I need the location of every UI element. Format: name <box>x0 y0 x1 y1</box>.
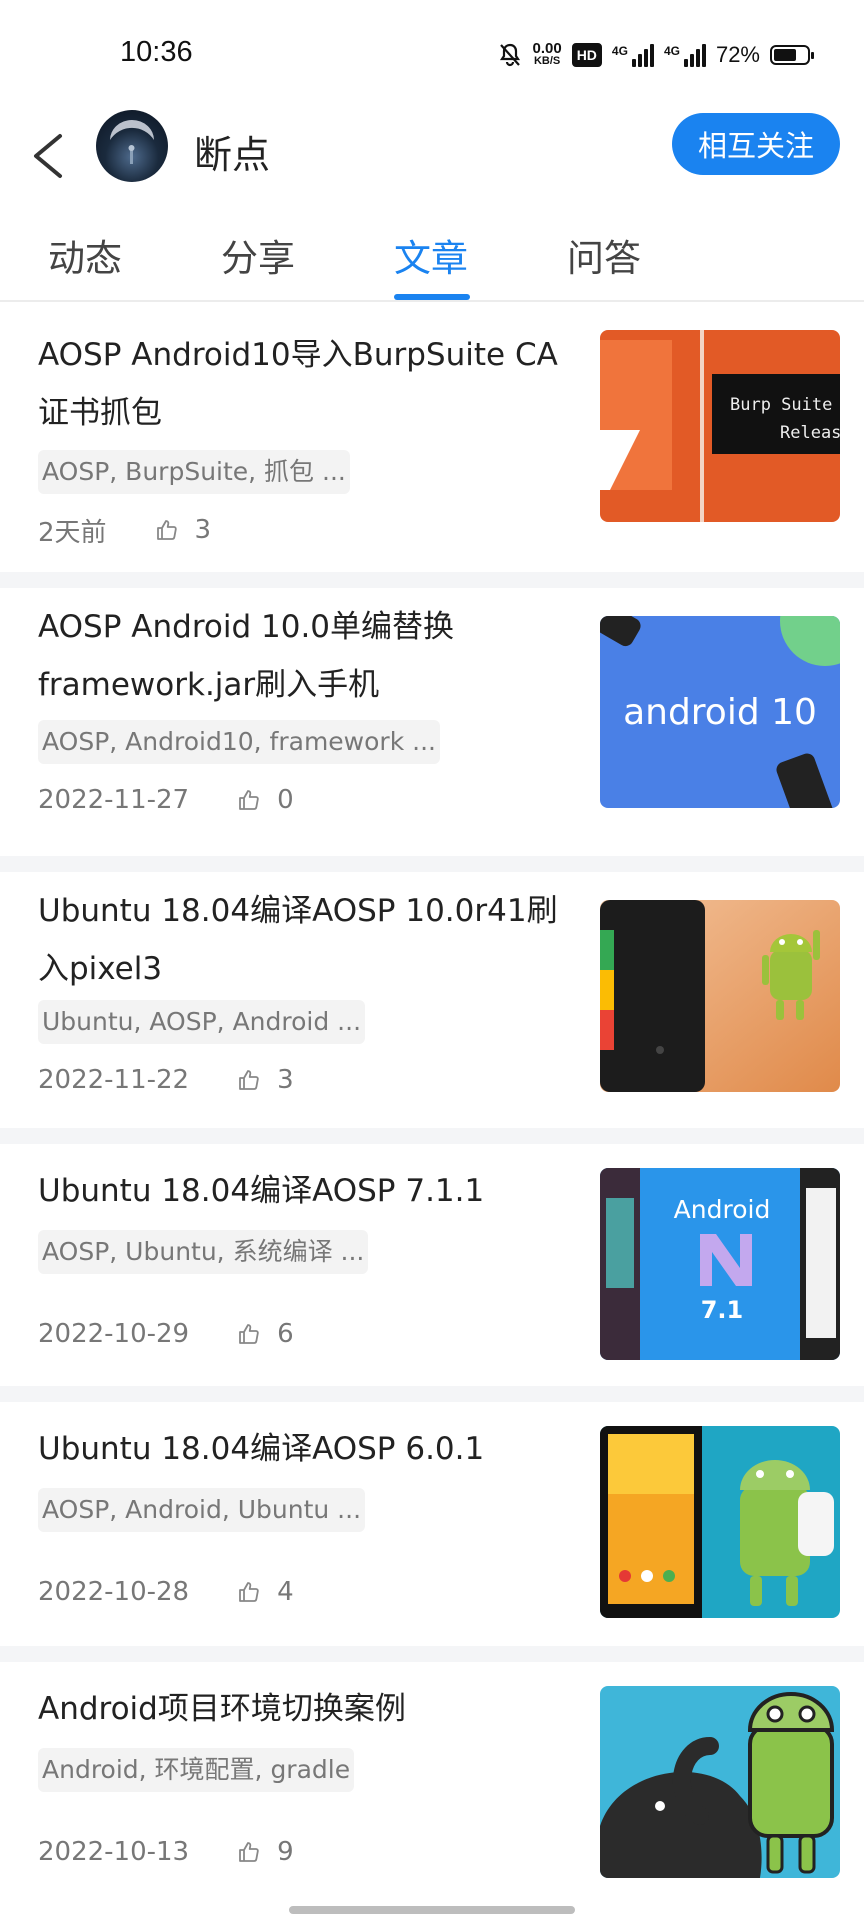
thumb-text: android 10 <box>623 692 817 733</box>
username: 断点 <box>194 133 271 177</box>
list-item[interactable]: Ubuntu 18.04编译AOSP 7.1.1 AOSP, Ubuntu, 系… <box>0 1144 864 1386</box>
article-title: Ubuntu 18.04编译AOSP 10.0r41刷入pixel3 <box>38 893 558 987</box>
like-count[interactable]: 3 <box>155 515 212 545</box>
list-item[interactable]: Ubuntu 18.04编译AOSP 6.0.1 AOSP, Android, … <box>0 1402 864 1646</box>
article-title: Android项目环境切换案例 <box>38 1691 406 1727</box>
article-title: Ubuntu 18.04编译AOSP 7.1.1 <box>38 1173 485 1209</box>
tab-indicator <box>394 294 470 300</box>
article-date: 2022-10-13 <box>38 1837 190 1867</box>
list-item[interactable]: AOSP Android10导入BurpSuite CA证书抓包 AOSP, B… <box>0 302 864 572</box>
article-date: 2022-10-29 <box>38 1319 190 1349</box>
thumbs-up-icon <box>239 1070 259 1090</box>
status-time: 10:36 <box>120 36 193 68</box>
thumb-text: Android <box>674 1195 771 1224</box>
tab-share[interactable]: 分享 <box>221 228 295 282</box>
list-divider <box>0 1386 864 1402</box>
like-count[interactable]: 3 <box>237 1065 294 1095</box>
like-value: 9 <box>277 1837 294 1867</box>
like-count[interactable]: 9 <box>237 1837 294 1867</box>
battery-icon <box>770 45 814 65</box>
like-value: 3 <box>194 515 212 545</box>
status-icons: 0.00 KB/S HD 4G 4G 72% <box>498 38 814 72</box>
article-title: AOSP Android 10.0单编替换framework.jar刷入手机 <box>38 609 455 703</box>
status-bar: 10:36 0.00 KB/S HD 4G 4G 72% <box>0 0 864 110</box>
list-divider <box>0 1646 864 1662</box>
list-divider <box>0 572 864 588</box>
like-value: 0 <box>277 785 294 815</box>
signal-label: 4G <box>611 43 628 58</box>
article-date: 2022-11-27 <box>38 785 190 815</box>
article-tags: AOSP, Ubuntu, 系统编译 ... <box>38 1230 369 1274</box>
thumbs-up-icon <box>239 1324 259 1344</box>
article-date: 2022-11-22 <box>38 1065 190 1095</box>
thumbs-up-icon <box>239 790 259 810</box>
list-item[interactable]: Ubuntu 18.04编译AOSP 10.0r41刷入pixel3 Ubunt… <box>0 872 864 1128</box>
article-thumbnail: android 10 <box>600 616 840 808</box>
list-item[interactable]: AOSP Android 10.0单编替换framework.jar刷入手机 A… <box>0 588 864 856</box>
list-item[interactable]: Android项目环境切换案例 Android, 环境配置, gradle 20… <box>0 1662 864 1922</box>
article-meta: 2022-11-22 3 <box>38 1060 294 1100</box>
thumbs-up-icon <box>239 1842 259 1862</box>
article-title: Ubuntu 18.04编译AOSP 6.0.1 <box>38 1431 485 1467</box>
thumbs-up-icon <box>239 1582 259 1602</box>
article-meta: 2天前 3 <box>38 510 211 550</box>
article-tags: AOSP, BurpSuite, 抓包 ... <box>38 450 350 494</box>
article-date: 2天前 <box>38 517 107 548</box>
article-thumbnail: Android 7.1 <box>600 1168 840 1360</box>
article-meta: 2022-10-29 6 <box>38 1314 294 1354</box>
article-thumbnail: Burp Suite Releas <box>600 330 840 522</box>
article-thumbnail <box>600 1426 840 1618</box>
home-indicator[interactable] <box>289 1906 575 1914</box>
like-value: 3 <box>277 1065 294 1095</box>
like-value: 6 <box>277 1319 294 1349</box>
tab-qa[interactable]: 问答 <box>567 228 641 282</box>
net-speed-unit: KB/S <box>533 55 561 67</box>
thumbs-up-icon <box>156 520 177 540</box>
article-tags: AOSP, Android10, framework ... <box>38 720 440 764</box>
profile-header: 断点 相互关注 <box>0 110 864 230</box>
like-count[interactable]: 0 <box>237 785 294 815</box>
article-tags: Android, 环境配置, gradle <box>38 1748 355 1792</box>
like-count[interactable]: 4 <box>237 1577 294 1607</box>
list-divider <box>0 1128 864 1144</box>
thumb-text: Releas <box>780 423 840 443</box>
thumb-text: 7.1 <box>701 1296 744 1324</box>
list-divider <box>0 856 864 872</box>
like-value: 4 <box>277 1577 294 1607</box>
tab-activity[interactable]: 动态 <box>48 228 122 282</box>
article-meta: 2022-10-28 4 <box>38 1572 294 1612</box>
avatar[interactable] <box>96 110 168 182</box>
chevron-left-icon <box>34 134 62 178</box>
back-button[interactable] <box>28 124 72 184</box>
article-thumbnail <box>600 900 840 1092</box>
thumb-text: Burp Suite <box>730 395 832 415</box>
bell-off-icon <box>498 42 522 68</box>
tab-bar: 动态 分享 文章 问答 <box>0 228 864 302</box>
article-tags: Ubuntu, AOSP, Android ... <box>38 1000 366 1044</box>
battery-percent: 72% <box>715 42 760 67</box>
article-title: AOSP Android10导入BurpSuite CA证书抓包 <box>38 337 558 431</box>
article-tags: AOSP, Android, Ubuntu ... <box>38 1488 366 1532</box>
article-thumbnail <box>600 1686 840 1878</box>
article-date: 2022-10-28 <box>38 1577 190 1607</box>
hd-icon: HD <box>571 43 602 67</box>
mutual-follow-button[interactable]: 相互关注 <box>672 113 840 175</box>
signal-icon: 4G <box>663 43 706 67</box>
signal-label: 4G <box>663 43 680 58</box>
like-count[interactable]: 6 <box>237 1319 294 1349</box>
tab-articles[interactable]: 文章 <box>394 228 468 282</box>
article-meta: 2022-11-27 0 <box>38 780 294 820</box>
signal-icon: 4G <box>611 43 654 67</box>
article-meta: 2022-10-13 9 <box>38 1832 294 1872</box>
net-speed-value: 0.00 <box>532 40 562 57</box>
net-speed: 0.00 KB/S <box>532 40 562 68</box>
